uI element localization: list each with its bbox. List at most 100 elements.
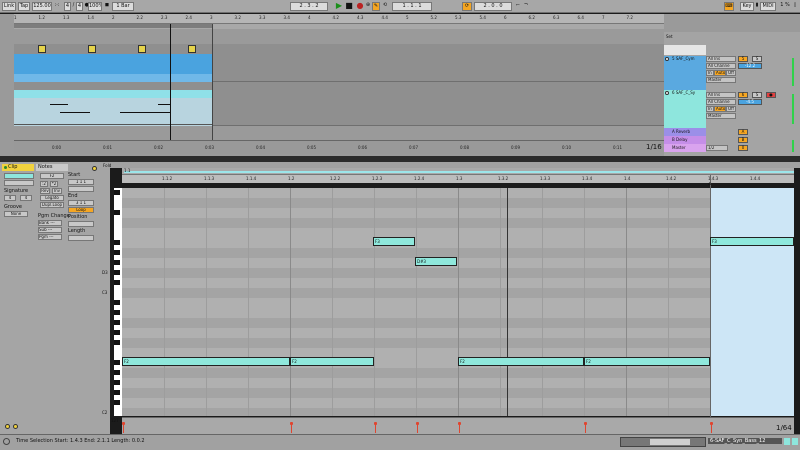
- clip-synth-title[interactable]: [14, 90, 212, 98]
- loop-end-marker[interactable]: [710, 175, 711, 434]
- clip-color-field[interactable]: [4, 180, 34, 186]
- return-track-reverb[interactable]: A Reverb: [664, 128, 706, 136]
- black-key[interactable]: [114, 250, 120, 255]
- clip-cym-envelope[interactable]: [14, 74, 212, 82]
- follow-icon[interactable]: ◼: [104, 2, 110, 11]
- volume-field[interactable]: -12.2: [738, 63, 762, 69]
- track-header-synth[interactable]: 6 SAF_C_Sy: [664, 90, 706, 128]
- loop-brace[interactable]: [14, 24, 212, 28]
- clip-name-field[interactable]: [4, 173, 34, 179]
- midi-map-button[interactable]: MIDI: [760, 2, 776, 11]
- black-key[interactable]: [114, 310, 120, 315]
- track-activator-button[interactable]: 5: [738, 56, 748, 62]
- black-key[interactable]: [114, 240, 120, 245]
- monitor-auto-button[interactable]: Auto: [714, 70, 726, 76]
- black-key[interactable]: [114, 360, 120, 365]
- black-key[interactable]: [114, 190, 120, 195]
- midi-note[interactable]: F2: [290, 357, 374, 366]
- black-key[interactable]: [114, 400, 120, 405]
- link-button[interactable]: Link: [2, 2, 16, 11]
- monitor-in-button[interactable]: In: [706, 106, 714, 112]
- notes-box-header[interactable]: Notes: [36, 164, 68, 171]
- return-track-name[interactable]: A Reverb: [672, 129, 690, 134]
- loop-start-field[interactable]: 1 . 1 . 1: [392, 2, 432, 11]
- cue-select[interactable]: 1/2: [706, 145, 728, 151]
- track-header-cym[interactable]: 5 SAF_Cym: [664, 56, 706, 90]
- black-key[interactable]: [114, 340, 120, 345]
- midi-note[interactable]: F2: [458, 357, 584, 366]
- loop-region[interactable]: [124, 171, 794, 173]
- return-track-name[interactable]: B Delay: [672, 137, 688, 142]
- loop-button[interactable]: Loop: [68, 207, 94, 213]
- master-track-name[interactable]: Master: [672, 145, 686, 150]
- black-key[interactable]: [114, 370, 120, 375]
- note-grid[interactable]: [122, 188, 794, 416]
- clip-overview-region[interactable]: [650, 439, 690, 445]
- black-key[interactable]: [114, 300, 120, 305]
- tempo-field[interactable]: 125.00: [32, 2, 52, 11]
- program-field[interactable]: Pgm ---: [38, 234, 62, 240]
- input-channel-select[interactable]: All Channe: [706, 63, 736, 69]
- stop-icon[interactable]: ■: [345, 2, 353, 11]
- help-view-icon[interactable]: [3, 438, 10, 445]
- punch-out-icon[interactable]: ¬: [523, 2, 529, 11]
- sub-bank-field[interactable]: Sub ---: [38, 227, 62, 233]
- black-key[interactable]: [114, 210, 120, 215]
- black-key[interactable]: [114, 390, 120, 395]
- record-icon[interactable]: ●: [356, 2, 364, 11]
- track-name[interactable]: 5 SAF_Cym: [672, 56, 695, 61]
- input-type-select[interactable]: All Ins: [706, 56, 736, 62]
- master-activator-button[interactable]: 0: [738, 145, 748, 151]
- fold-button[interactable]: Fold: [103, 163, 111, 168]
- midi-note[interactable]: F3: [710, 237, 794, 246]
- monitor-auto-button[interactable]: Auto: [714, 106, 726, 112]
- key-map-icon[interactable]: ⌨: [724, 2, 734, 11]
- signature-denominator[interactable]: 4: [76, 2, 83, 11]
- beat-time-ruler[interactable]: 1 1.2 1.3 1.4 2 2.2 2.3 2.4 3 3.2 3.3 3.4 4 4.2 4.3 4.4…: [14, 14, 664, 24]
- output-select[interactable]: Master: [706, 77, 736, 83]
- note-editor-ruler[interactable]: 1.1.2 1.1.3 1.1.4 1.2 1.2.2 1.2.3 1.2.4 1.3 1.3.…: [122, 175, 794, 183]
- clip-signature-numerator[interactable]: 4: [4, 195, 16, 201]
- bank-field[interactable]: Bank ---: [38, 220, 62, 226]
- punch-in-icon[interactable]: ⌐: [515, 2, 521, 11]
- midi-note[interactable]: F3: [373, 237, 415, 246]
- signature-numerator[interactable]: 4: [64, 2, 71, 11]
- volume-field[interactable]: -4.5: [738, 99, 762, 105]
- quantize-menu[interactable]: 1 Bar: [112, 2, 134, 11]
- automation-arm-icon[interactable]: ✎: [372, 2, 380, 11]
- black-key[interactable]: [114, 330, 120, 335]
- track-activator-button[interactable]: 6: [738, 92, 748, 98]
- loop-switch-icon[interactable]: ⟳: [462, 2, 472, 11]
- return-track-delay[interactable]: B Delay: [664, 136, 706, 144]
- arm-icon[interactable]: ●: [766, 92, 776, 98]
- black-key[interactable]: [114, 260, 120, 265]
- track-fold-icon[interactable]: [665, 91, 669, 95]
- start-set-field[interactable]: [68, 186, 94, 192]
- warp-marker-icon[interactable]: [38, 45, 46, 53]
- midi-note[interactable]: F2: [584, 357, 710, 366]
- solo-button[interactable]: S: [752, 56, 762, 62]
- midi-note[interactable]: F2: [122, 357, 290, 366]
- track-fold-icon[interactable]: [665, 57, 669, 61]
- clip-cym[interactable]: [14, 54, 212, 74]
- input-channel-select[interactable]: All Channe: [706, 99, 736, 105]
- velocity-handle[interactable]: [584, 422, 587, 425]
- play-icon[interactable]: ▶: [335, 2, 343, 11]
- launch-box-icon[interactable]: [92, 166, 97, 171]
- return-activator-button[interactable]: B: [738, 137, 748, 143]
- show-notes-box-icon[interactable]: [13, 424, 18, 429]
- duplicate-loop-button[interactable]: Dupl.Loop: [40, 202, 64, 208]
- track-name[interactable]: 6 SAF_C_Sy: [672, 90, 695, 95]
- end-field[interactable]: 3 1 1: [68, 200, 94, 206]
- transpose-up-button[interactable]: *2: [50, 181, 58, 187]
- loop-end-marker-icon[interactable]: ⌂: [708, 181, 711, 187]
- velocity-handle[interactable]: [290, 422, 293, 425]
- zoom-field[interactable]: 100%: [88, 2, 102, 11]
- black-key[interactable]: [114, 380, 120, 385]
- velocity-handle[interactable]: [374, 422, 377, 425]
- legato-button[interactable]: Legato: [40, 195, 64, 201]
- tap-tempo-button[interactable]: Tap: [18, 2, 30, 11]
- monitor-off-button[interactable]: Off: [726, 106, 736, 112]
- warp-marker-icon[interactable]: [188, 45, 196, 53]
- clip-activator-icon[interactable]: [4, 166, 7, 169]
